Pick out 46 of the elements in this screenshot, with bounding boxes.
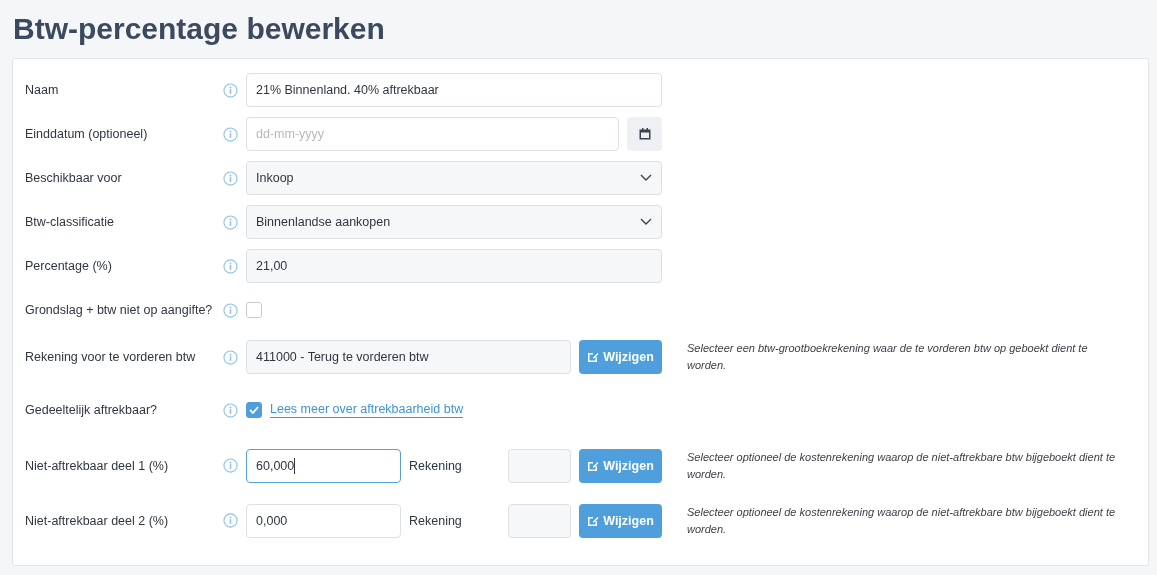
field-label: Gedeeltelijk aftrekbaar? xyxy=(25,403,159,417)
account-label: Rekening xyxy=(409,513,463,528)
select-field[interactable]: Binnenlandse aankopen xyxy=(246,205,662,239)
info-icon[interactable] xyxy=(223,258,238,274)
field-label: Btw-classificatie xyxy=(25,215,115,229)
edit-icon xyxy=(587,459,600,472)
percentage-input[interactable]: 0,000 xyxy=(246,503,401,538)
checkmark-icon xyxy=(249,406,259,414)
edit-icon xyxy=(587,351,600,363)
info-icon[interactable] xyxy=(223,513,238,528)
calendar-button[interactable] xyxy=(627,117,662,151)
field-label: Niet-aftrekbaar deel 1 (%) xyxy=(25,458,170,473)
info-icon[interactable] xyxy=(223,302,238,318)
help-text: Selecteer optioneel de kostenrekening waarop de niet-aftrekbare btw bijgeboekt dient te worden. xyxy=(687,504,1117,537)
percentage-field: 21,00 xyxy=(246,249,662,283)
select-field[interactable]: Inkoop xyxy=(246,161,662,195)
info-icon[interactable] xyxy=(223,126,238,142)
page-title: Btw-percentage bewerken xyxy=(13,11,386,47)
chevron-icon xyxy=(640,218,652,226)
calendar-icon xyxy=(638,128,651,140)
account-field[interactable] xyxy=(508,448,571,483)
field-label: Beschikbaar voor xyxy=(25,171,123,185)
account-field[interactable] xyxy=(508,503,571,538)
account-field: 411000 - Terug te vorderen btw xyxy=(246,340,571,374)
field-label: Naam xyxy=(25,83,60,97)
help-text: Selecteer optioneel de kostenrekening waarop de niet-aftrekbare btw bijgeboekt dient te worden. xyxy=(687,449,1117,482)
field-label: Grondslag + btw niet op aangifte? xyxy=(25,303,214,317)
info-icon[interactable] xyxy=(223,82,238,98)
name-field[interactable]: 21% Binnenland. 40% aftrekbaar xyxy=(246,73,662,107)
field-label: Percentage (%) xyxy=(25,259,113,273)
text-cursor xyxy=(294,457,296,474)
account-label: Rekening xyxy=(409,458,463,473)
info-icon[interactable] xyxy=(223,349,238,365)
field-label: Rekening voor te vorderen btw xyxy=(25,350,197,364)
edit-icon xyxy=(587,514,600,527)
field-label: Einddatum (optioneel) xyxy=(25,127,149,141)
checkbox[interactable] xyxy=(246,302,262,318)
info-icon[interactable] xyxy=(223,214,238,230)
info-icon[interactable] xyxy=(223,170,238,186)
percentage-input[interactable]: 60,000 xyxy=(246,448,401,483)
help-text: Selecteer een btw-grootboekrekening waar de te vorderen btw op geboekt dient te worden. xyxy=(687,341,1089,373)
info-icon[interactable] xyxy=(223,458,238,473)
field-label: Niet-aftrekbaar deel 2 (%) xyxy=(25,513,170,528)
checkbox[interactable] xyxy=(246,402,262,418)
info-icon[interactable] xyxy=(223,402,238,418)
chevron-icon xyxy=(640,174,652,182)
